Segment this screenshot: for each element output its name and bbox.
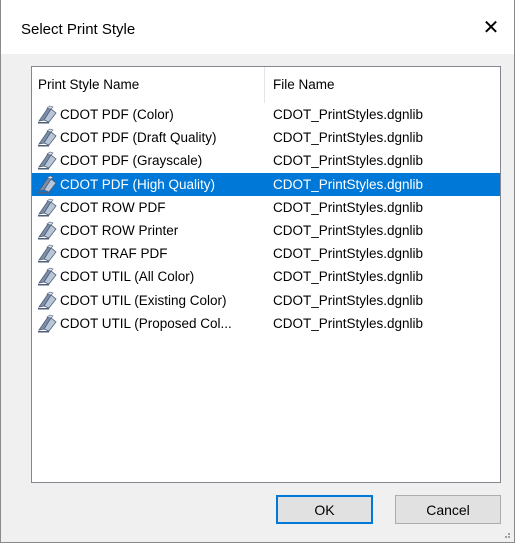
- list-item[interactable]: CDOT PDF (Color) CDOT_PrintStyles.dgnlib: [32, 103, 500, 126]
- list-item[interactable]: CDOT ROW PDF CDOT_PrintStyles.dgnlib: [32, 196, 500, 219]
- file-name: CDOT_PrintStyles.dgnlib: [273, 223, 424, 239]
- file-name: CDOT_PrintStyles.dgnlib: [273, 176, 424, 192]
- cancel-button[interactable]: Cancel: [395, 495, 501, 524]
- print-style-list[interactable]: Print Style Name File Name CDOT PDF (Col…: [31, 66, 501, 483]
- column-header-print-style-name[interactable]: Print Style Name: [32, 67, 265, 103]
- file-name: CDOT_PrintStyles.dgnlib: [273, 199, 424, 215]
- print-style-icon: [38, 314, 57, 333]
- print-style-icon: [38, 244, 57, 263]
- print-style-icon: [38, 221, 57, 240]
- file-name: CDOT_PrintStyles.dgnlib: [273, 269, 424, 285]
- column-header-file-name[interactable]: File Name: [265, 67, 500, 103]
- list-item[interactable]: CDOT PDF (Grayscale) CDOT_PrintStyles.dgn…: [32, 149, 500, 172]
- print-style-icon: [38, 152, 57, 170]
- print-style-name: CDOT PDF (Draft Quality): [60, 130, 217, 146]
- print-style-name: CDOT PDF (Color): [60, 107, 174, 123]
- print-style-name: CDOT UTIL (Proposed Col...: [60, 315, 232, 331]
- close-button[interactable]: ✕: [468, 0, 514, 54]
- print-style-icon: [38, 105, 57, 124]
- select-print-style-dialog: Select Print Style ✕ Print Style Name Fi…: [0, 0, 515, 543]
- print-style-icon: [38, 198, 57, 217]
- file-name: CDOT_PrintStyles.dgnlib: [273, 107, 424, 123]
- print-style-name: CDOT UTIL (All Color): [60, 269, 195, 285]
- list-item[interactable]: CDOT ROW Printer CDOT_PrintStyles.dgnlib: [32, 219, 500, 242]
- list-item[interactable]: CDOT UTIL (Proposed Col... CDOT_PrintStyl…: [32, 312, 500, 335]
- print-style-name: CDOT ROW Printer: [60, 223, 179, 239]
- print-style-name: CDOT PDF (High Quality): [60, 176, 216, 192]
- title-bar: Select Print Style ✕: [1, 0, 514, 54]
- print-style-icon: [38, 128, 57, 147]
- file-name: CDOT_PrintStyles.dgnlib: [273, 153, 424, 169]
- list-item[interactable]: CDOT PDF (Draft Quality) CDOT_PrintStyles…: [32, 126, 500, 149]
- close-icon: ✕: [482, 16, 500, 39]
- print-style-icon: [38, 291, 57, 309]
- list-header: Print Style Name File Name: [32, 67, 500, 103]
- print-style-name: CDOT ROW PDF: [60, 199, 166, 215]
- print-style-name: CDOT TRAF PDF: [60, 246, 168, 262]
- print-style-icon: [38, 175, 57, 194]
- file-name: CDOT_PrintStyles.dgnlib: [273, 292, 424, 308]
- print-style-name: CDOT PDF (Grayscale): [60, 153, 203, 169]
- file-name: CDOT_PrintStyles.dgnlib: [273, 246, 424, 262]
- list-item[interactable]: CDOT TRAF PDF CDOT_PrintStyles.dgnlib: [32, 242, 500, 265]
- list-rows: CDOT PDF (Color) CDOT_PrintStyles.dgnlib C…: [32, 103, 500, 335]
- file-name: CDOT_PrintStyles.dgnlib: [273, 130, 424, 146]
- resize-grip-icon[interactable]: [501, 529, 511, 539]
- file-name: CDOT_PrintStyles.dgnlib: [273, 315, 424, 331]
- print-style-name: CDOT UTIL (Existing Color): [60, 292, 227, 308]
- list-item[interactable]: CDOT UTIL (All Color) CDOT_PrintStyles.dg…: [32, 265, 500, 288]
- list-item[interactable]: CDOT PDF (High Quality) CDOT_PrintStyles.…: [32, 172, 500, 196]
- list-item[interactable]: CDOT UTIL (Existing Color) CDOT_PrintStyl…: [32, 289, 500, 312]
- dialog-title: Select Print Style: [21, 21, 136, 38]
- print-style-icon: [38, 267, 57, 286]
- ok-button[interactable]: OK: [276, 495, 373, 524]
